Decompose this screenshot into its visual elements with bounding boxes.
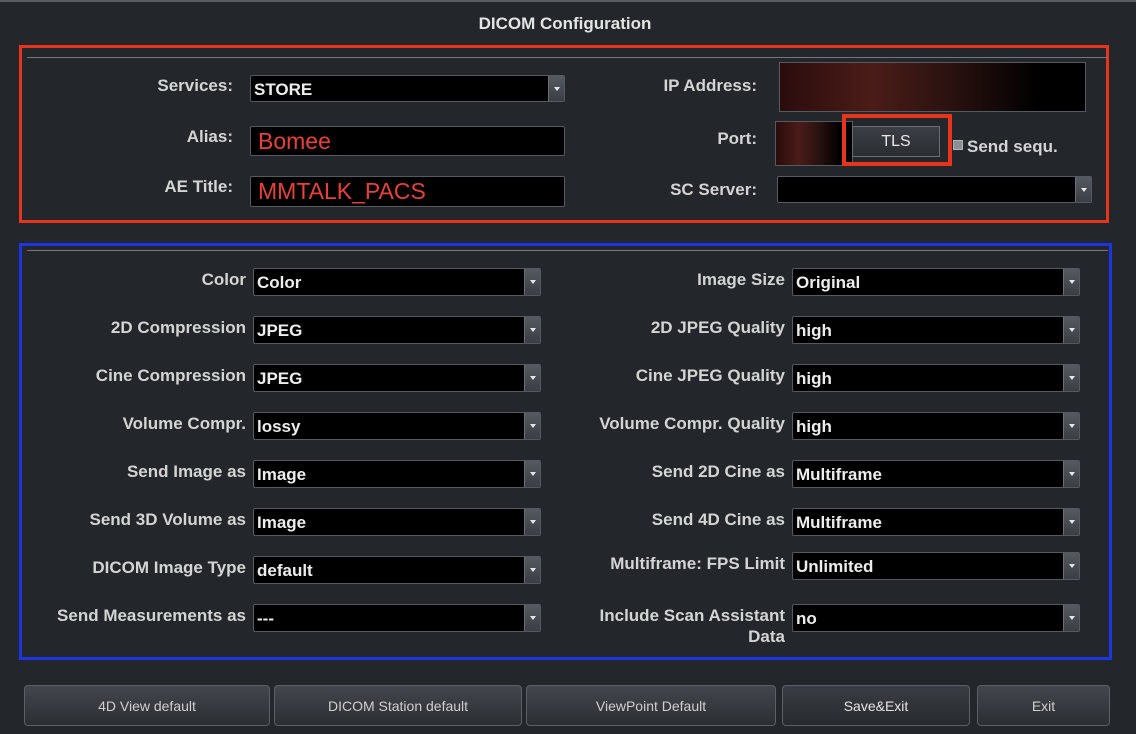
chevron-down-icon[interactable] [524,557,540,583]
alias-label: Alias: [186,127,233,146]
send-measurements-as-value: --- [257,609,274,628]
dicom-image-type-value: default [257,561,313,580]
2d-compression-select[interactable]: JPEG [253,316,541,344]
multiframe-fps-limit-select[interactable]: Unlimited [792,552,1080,580]
send-image-as-select[interactable]: Image [253,460,541,488]
send-measurements-as-select[interactable]: --- [253,604,541,632]
services-label: Services: [157,76,233,95]
chevron-down-icon[interactable] [1063,413,1079,439]
send-3d-volume-as-label: Send 3D Volume as [89,510,246,529]
send-image-as-value: Image [257,465,307,484]
chevron-down-icon[interactable] [524,317,540,343]
volume-compr-select[interactable]: lossy [253,412,541,440]
chevron-down-icon[interactable] [1063,509,1079,535]
chevron-down-icon[interactable] [524,413,540,439]
cine-jpeg-quality-select[interactable]: high [792,364,1080,392]
volume-compr-quality-select[interactable]: high [792,412,1080,440]
2d-jpeg-quality-value: high [796,321,832,340]
chevron-down-icon[interactable] [1063,553,1079,579]
chevron-down-icon[interactable] [1063,605,1079,631]
dicom-station-default-button[interactable]: DICOM Station default [274,685,522,726]
send-image-as-label: Send Image as [126,462,246,481]
send-measurements-as-label: Send Measurements as [57,606,246,625]
chevron-down-icon[interactable] [1063,461,1079,487]
send-4d-cine-as-value: Multiframe [796,513,882,532]
port-label: Port: [717,129,757,148]
2d-compression-value: JPEG [257,321,303,340]
ae-title-value: MMTALK_PACS [258,178,426,204]
services-select[interactable]: STORE [250,75,565,102]
2d-jpeg-quality-label: 2D JPEG Quality [650,318,785,337]
color-label: Color [201,270,246,289]
sc-server-select[interactable] [777,176,1092,203]
dialog-title: DICOM Configuration [478,14,652,33]
settings-highlight-frame [19,243,1112,660]
chevron-down-icon[interactable] [548,76,564,101]
chevron-down-icon[interactable] [1063,365,1079,391]
save-exit-button[interactable]: Save&Exit [782,685,970,726]
chevron-down-icon[interactable] [1063,269,1079,295]
cine-jpeg-quality-value: high [796,369,832,388]
2d-jpeg-quality-select[interactable]: high [792,316,1080,344]
volume-compr-value: lossy [257,417,301,436]
color-select[interactable]: Color [253,268,541,296]
services-value: STORE [254,80,313,99]
sc-server-label: SC Server: [670,180,757,199]
tls-highlight-frame [842,114,952,166]
volume-compr-quality-value: high [796,417,832,436]
2d-compression-label: 2D Compression [110,318,246,337]
image-size-select[interactable]: Original [792,268,1080,296]
ip-address-input-redacted[interactable] [779,62,1086,112]
include-scan-assistant-label-line2: Data [748,627,785,646]
chevron-down-icon[interactable] [524,269,540,295]
send-2d-cine-as-label: Send 2D Cine as [651,462,785,481]
send-sequ-label: Send sequ. [967,137,1058,156]
send-2d-cine-as-select[interactable]: Multiframe [792,460,1080,488]
send-4d-cine-as-select[interactable]: Multiframe [792,508,1080,536]
send-sequ-checkbox[interactable] [953,140,963,150]
chevron-down-icon[interactable] [1075,177,1091,202]
multiframe-fps-limit-value: Unlimited [796,557,874,576]
send-4d-cine-as-label: Send 4D Cine as [651,510,785,529]
include-scan-assistant-label-line1: Include Scan Assistant [599,606,785,625]
cine-compression-select[interactable]: JPEG [253,364,541,392]
multiframe-fps-limit-label: Multiframe: FPS Limit [610,554,785,573]
chevron-down-icon[interactable] [524,461,540,487]
section-divider [27,57,1108,58]
4d-view-default-button[interactable]: 4D View default [24,685,270,726]
image-size-label: Image Size [697,270,785,289]
send-3d-volume-as-select[interactable]: Image [253,508,541,536]
chevron-down-icon[interactable] [524,365,540,391]
include-scan-assistant-select[interactable]: no [792,604,1080,632]
cine-compression-value: JPEG [257,369,303,388]
include-scan-assistant-value: no [796,609,817,628]
color-value: Color [257,273,302,292]
exit-button[interactable]: Exit [977,685,1110,726]
viewpoint-default-button[interactable]: ViewPoint Default [526,685,776,726]
volume-compr-label: Volume Compr. [122,414,246,433]
dicom-image-type-select[interactable]: default [253,556,541,584]
ae-title-label: AE Title: [164,177,233,196]
chevron-down-icon[interactable] [1063,317,1079,343]
dicom-image-type-label: DICOM Image Type [92,558,246,577]
chevron-down-icon[interactable] [524,605,540,631]
image-size-value: Original [796,273,861,292]
volume-compr-quality-label: Volume Compr. Quality [599,414,785,433]
cine-jpeg-quality-label: Cine JPEG Quality [635,366,785,385]
alias-input[interactable]: Bomee [250,126,565,156]
send-2d-cine-as-value: Multiframe [796,465,882,484]
ae-title-input[interactable]: MMTALK_PACS [250,176,565,207]
ip-address-label: IP Address: [663,76,757,95]
chevron-down-icon[interactable] [524,509,540,535]
alias-value: Bomee [258,128,331,154]
send-3d-volume-as-value: Image [257,513,307,532]
cine-compression-label: Cine Compression [95,366,246,385]
section-divider [27,250,1108,251]
window-top-border [0,0,1136,2]
